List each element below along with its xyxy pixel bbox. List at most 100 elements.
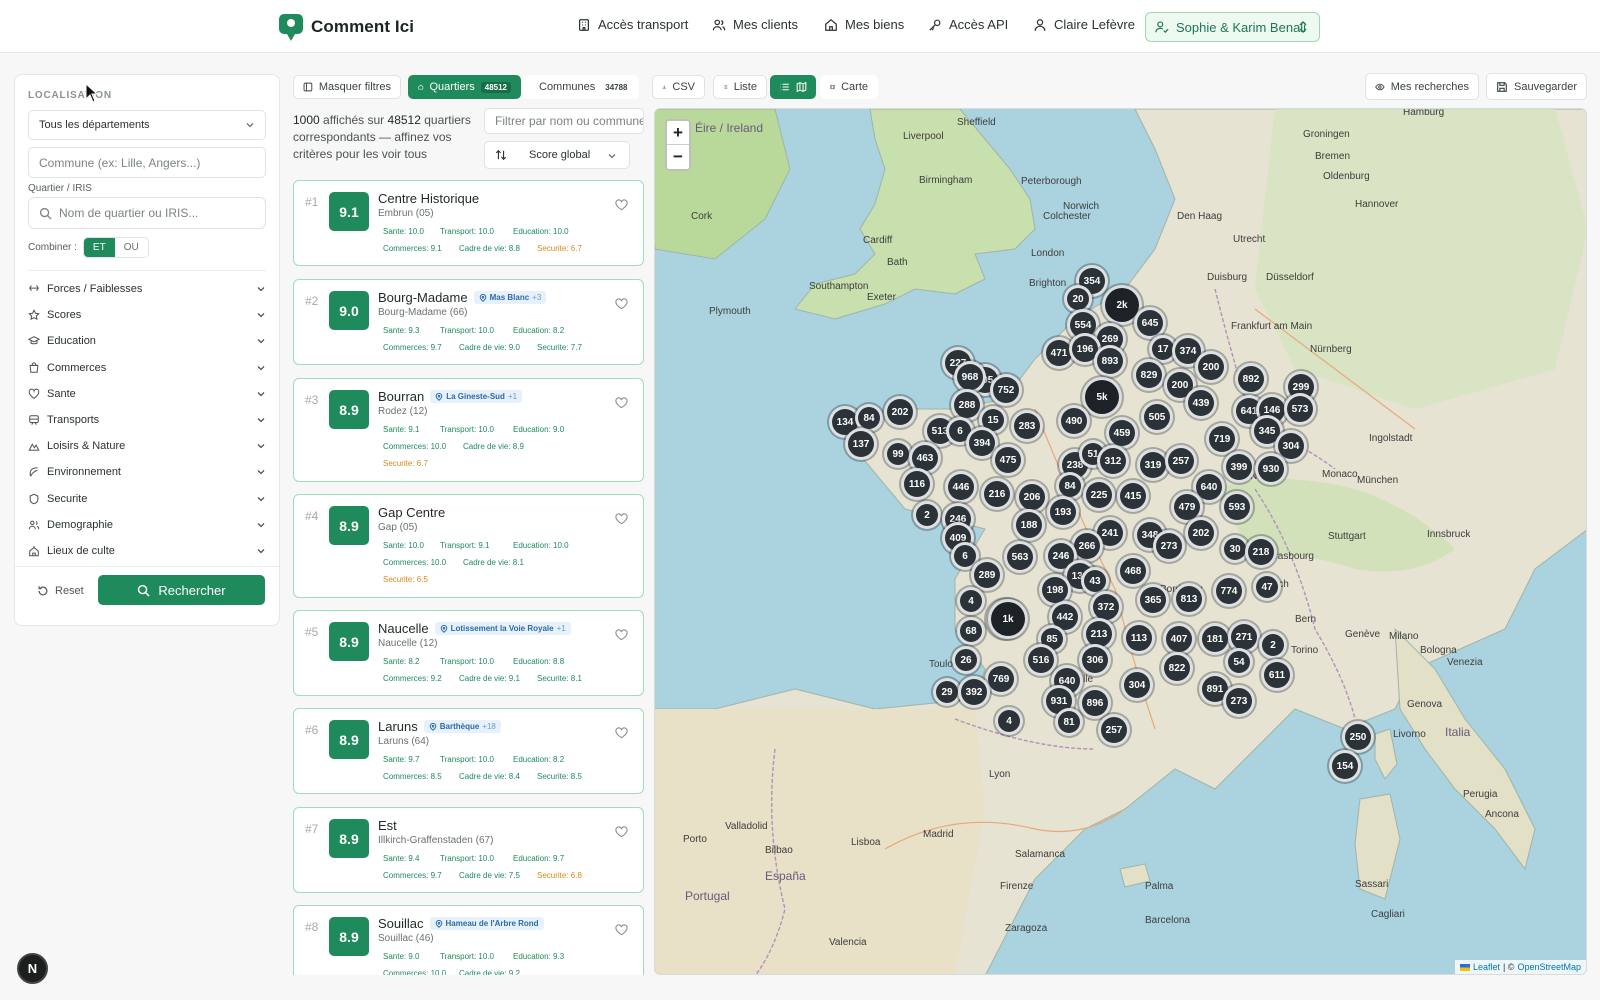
accordion-loisirs-nature[interactable]: Loisirs & Nature — [28, 435, 266, 457]
accordion-demographie[interactable]: Demographie — [28, 514, 266, 536]
result-card[interactable]: #2 9.0 Bourg-Madame Mas Blanc +3 Bourg-Madame… — [293, 279, 644, 365]
help-launcher-button[interactable]: N — [17, 953, 48, 984]
map-cluster-marker[interactable]: 289 — [971, 559, 1003, 591]
accordion-sante[interactable]: Sante — [28, 383, 266, 405]
map-cluster-marker[interactable]: 137 — [845, 428, 877, 460]
app-logo[interactable]: Comment Ici — [279, 14, 414, 41]
map-cluster-marker[interactable]: 2 — [1259, 631, 1287, 659]
map-cluster-marker[interactable]: 273 — [1153, 530, 1185, 562]
map-cluster-marker[interactable]: 4 — [995, 707, 1023, 735]
map-cluster-marker[interactable]: 68 — [957, 617, 985, 645]
map-cluster-marker[interactable]: 26 — [952, 646, 980, 674]
map-cluster-marker[interactable]: 930 — [1255, 453, 1287, 485]
view-carte-button[interactable]: Carte — [820, 75, 878, 99]
map-cluster-marker[interactable]: 813 — [1173, 583, 1205, 615]
map-cluster-marker[interactable]: 1k — [988, 599, 1028, 639]
map-cluster-marker[interactable]: 54 — [1225, 648, 1253, 676]
map-cluster-marker[interactable]: 446 — [945, 471, 977, 503]
map-cluster-marker[interactable]: 893 — [1094, 345, 1126, 377]
map-cluster-marker[interactable]: 392 — [958, 676, 990, 708]
export-csv-button[interactable]: CSV — [652, 75, 705, 99]
map-cluster-marker[interactable]: 99 — [884, 440, 912, 468]
map-cluster-marker[interactable]: 273 — [1223, 685, 1255, 717]
map-cluster-marker[interactable]: 490 — [1058, 405, 1090, 437]
sort-select[interactable]: Score global — [484, 141, 630, 169]
nav-acces-transport[interactable]: Accès transport — [577, 17, 688, 32]
accordion-scores[interactable]: Scores — [28, 304, 266, 326]
map-cluster-marker[interactable]: 188 — [1013, 509, 1045, 541]
map-cluster-marker[interactable]: 593 — [1221, 491, 1253, 523]
map-cluster-marker[interactable]: 399 — [1223, 451, 1255, 483]
results-map[interactable]: + − Éire / Ireland España Portugal Italia Sh… — [654, 108, 1587, 975]
map-cluster-marker[interactable]: 225 — [1083, 479, 1115, 511]
map-cluster-marker[interactable]: 2 — [913, 501, 941, 529]
map-cluster-marker[interactable]: 822 — [1161, 652, 1193, 684]
result-card[interactable]: #4 8.9 Gap Centre Gap (05) Sante: 10.0 Transp… — [293, 494, 644, 598]
map-cluster-marker[interactable]: 365 — [1137, 584, 1169, 616]
department-select[interactable]: Tous les départements — [28, 110, 266, 140]
map-cluster-marker[interactable]: 829 — [1133, 359, 1165, 391]
combine-option-ou[interactable]: OU — [115, 238, 148, 257]
combine-option-et[interactable]: ET — [83, 238, 115, 257]
favorite-heart-icon[interactable] — [615, 397, 628, 409]
map-cluster-marker[interactable]: 181 — [1199, 623, 1231, 655]
map-cluster-marker[interactable]: 206 — [1016, 481, 1048, 513]
client-selector[interactable]: Sophie & Karim Benali — [1145, 12, 1320, 42]
map-cluster-marker[interactable]: 200 — [1195, 351, 1227, 383]
view-liste-button[interactable]: Liste — [713, 75, 767, 99]
osm-link[interactable]: OpenStreetMap — [1517, 962, 1581, 972]
map-cluster-marker[interactable]: 29 — [933, 678, 961, 706]
map-cluster-marker[interactable]: 312 — [1097, 445, 1129, 477]
accordion-securite[interactable]: Securite — [28, 488, 266, 510]
map-cluster-marker[interactable]: 752 — [990, 374, 1022, 406]
map-cluster-marker[interactable]: 439 — [1185, 387, 1217, 419]
map-cluster-marker[interactable]: 283 — [1011, 410, 1043, 442]
accordion-forces-faiblesses[interactable]: Forces / Faiblesses — [28, 278, 266, 300]
map-cluster-marker[interactable]: 288 — [951, 389, 983, 421]
map-cluster-marker[interactable]: 505 — [1141, 401, 1173, 433]
map-cluster-marker[interactable]: 573 — [1284, 393, 1316, 425]
map-cluster-marker[interactable]: 47 — [1253, 573, 1281, 601]
map-cluster-marker[interactable]: 563 — [1004, 541, 1036, 573]
result-card[interactable]: #1 9.1 Centre Historique Embrun (05) Sante: … — [293, 180, 644, 266]
map-cluster-marker[interactable]: 5k — [1082, 377, 1122, 417]
favorite-heart-icon[interactable] — [615, 199, 628, 211]
map-cluster-marker[interactable]: 202 — [1185, 517, 1217, 549]
map-cluster-marker[interactable]: 719 — [1206, 423, 1238, 455]
map-cluster-marker[interactable]: 516 — [1025, 644, 1057, 676]
nav-mes-clients[interactable]: Mes clients — [712, 17, 798, 32]
hide-filters-button[interactable]: Masquer filtres — [293, 75, 401, 99]
map-cluster-marker[interactable]: 968 — [954, 361, 986, 393]
tab-communes[interactable]: Communes 34788 — [523, 75, 639, 99]
accordion-transports[interactable]: Transports — [28, 409, 266, 431]
commune-input[interactable]: Commune (ex: Lille, Angers...) — [28, 147, 266, 178]
map-cluster-marker[interactable]: 154 — [1329, 750, 1361, 782]
map-cluster-marker[interactable]: 319 — [1137, 449, 1169, 481]
favorite-heart-icon[interactable] — [615, 513, 628, 525]
map-cluster-marker[interactable]: 306 — [1079, 644, 1111, 676]
map-cluster-marker[interactable]: 257 — [1165, 445, 1197, 477]
map-cluster-marker[interactable]: 193 — [1047, 496, 1079, 528]
accordion-lieux-de-culte[interactable]: Lieux de culte — [28, 540, 266, 562]
favorite-heart-icon[interactable] — [615, 924, 628, 936]
result-card[interactable]: #5 8.9 Naucelle Lotissement la Voie Royale +… — [293, 610, 644, 696]
map-cluster-marker[interactable]: 468 — [1117, 555, 1149, 587]
zoom-out-button[interactable]: − — [667, 145, 689, 169]
my-searches-button[interactable]: Mes recherches — [1365, 73, 1479, 100]
accordion-environnement[interactable]: Environnement — [28, 461, 266, 483]
map-cluster-marker[interactable]: 81 — [1055, 708, 1083, 736]
nav-user-claire[interactable]: Claire Lefèvre — [1033, 17, 1135, 32]
map-cluster-marker[interactable]: 113 — [1123, 622, 1155, 654]
map-cluster-marker[interactable]: 475 — [992, 444, 1024, 476]
map-cluster-marker[interactable]: 4 — [957, 587, 985, 615]
favorite-heart-icon[interactable] — [615, 727, 628, 739]
result-card[interactable]: #7 8.9 Est Illkirch-Graffenstaden (67) Sante… — [293, 807, 644, 893]
reset-button[interactable]: Reset — [37, 585, 84, 597]
search-button[interactable]: Rechercher — [98, 575, 265, 605]
map-cluster-marker[interactable]: 407 — [1163, 623, 1195, 655]
favorite-heart-icon[interactable] — [615, 298, 628, 310]
favorite-heart-icon[interactable] — [615, 629, 628, 641]
map-cluster-marker[interactable]: 202 — [884, 396, 916, 428]
map-cluster-marker[interactable]: 774 — [1213, 575, 1245, 607]
nav-mes-biens[interactable]: Mes biens — [824, 17, 904, 32]
